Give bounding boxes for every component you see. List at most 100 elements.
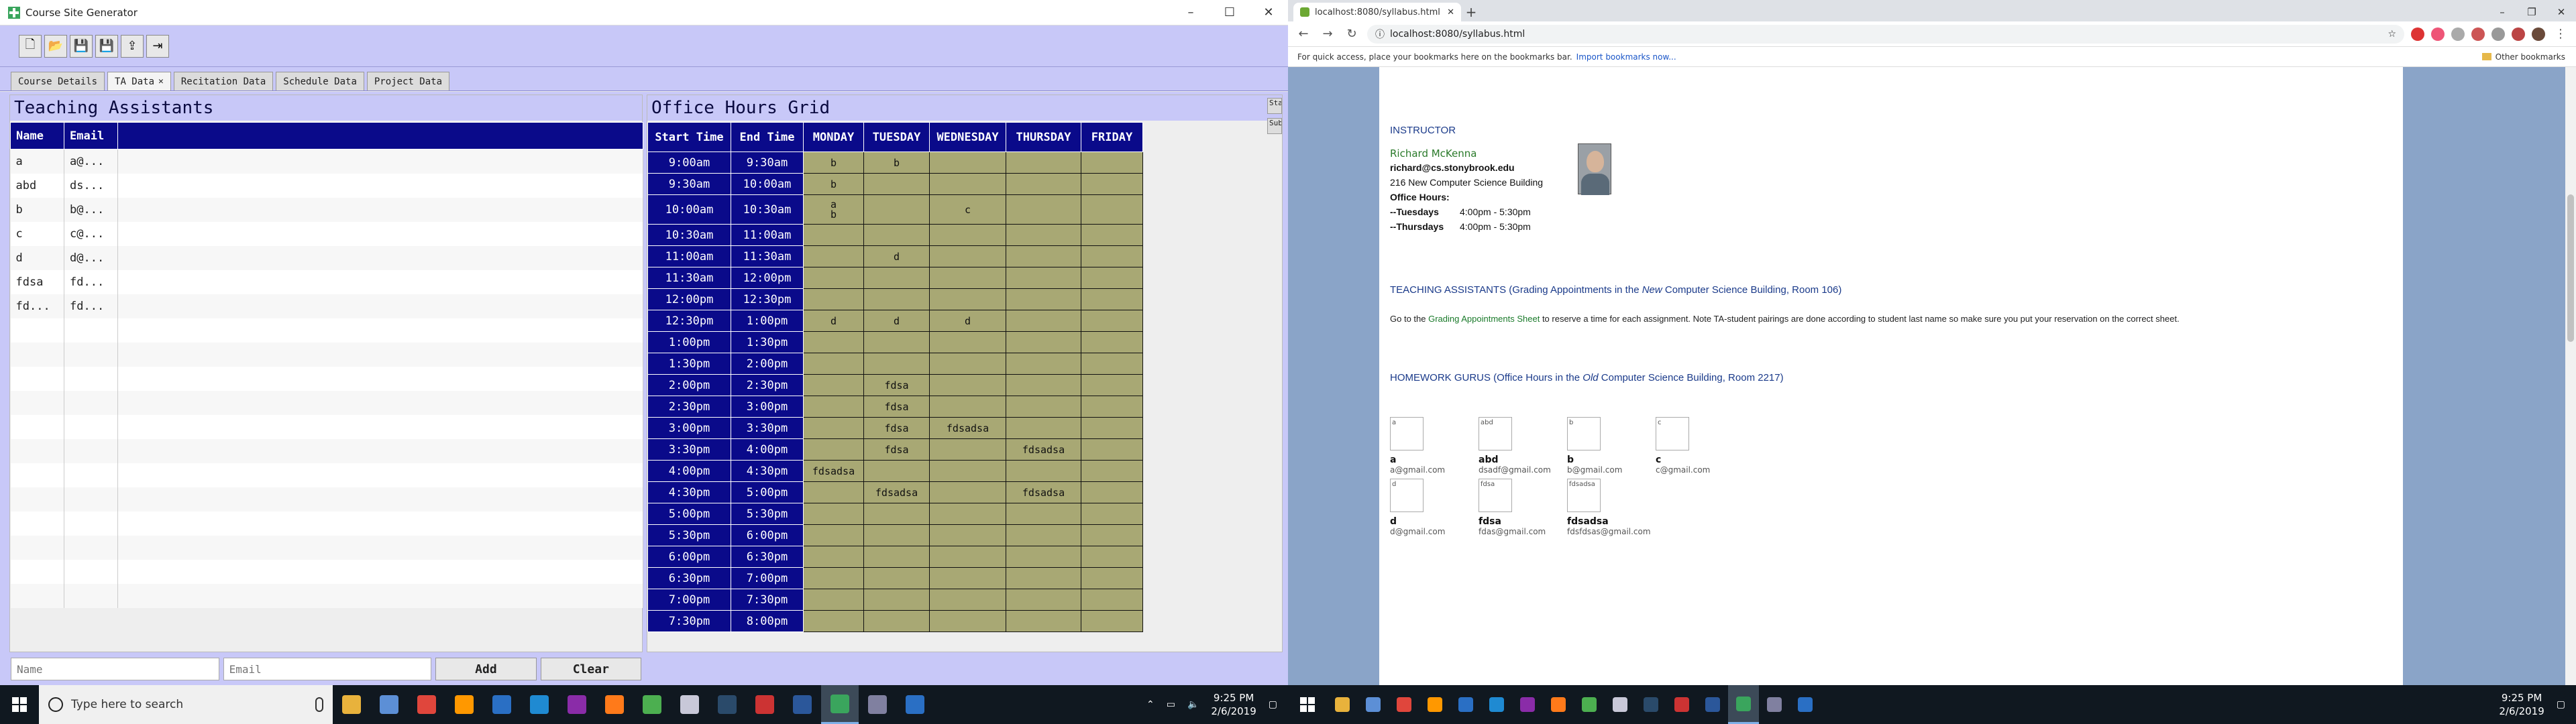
office-hour-cell[interactable]: fdsadsa — [1006, 481, 1081, 503]
minimize-button[interactable]: – — [1171, 0, 1210, 25]
bookmark-star-icon[interactable]: ☆ — [2387, 29, 2396, 40]
name-input[interactable] — [11, 658, 219, 680]
office-hour-cell[interactable] — [863, 567, 930, 589]
office-hour-cell[interactable] — [929, 460, 1006, 482]
office-hour-cell[interactable] — [1081, 374, 1143, 396]
office-hour-cell[interactable] — [1081, 245, 1143, 267]
save-as-icon[interactable]: 💾 — [95, 34, 118, 58]
office-hour-cell[interactable] — [863, 460, 930, 482]
office-hour-cell[interactable]: d — [863, 245, 930, 267]
office-hour-cell[interactable] — [1081, 331, 1143, 353]
table-row[interactable]: b b@... — [10, 197, 643, 222]
powershell-icon[interactable] — [1450, 685, 1481, 724]
office-hour-cell[interactable]: b — [863, 152, 930, 174]
office-hour-cell[interactable] — [863, 288, 930, 310]
office-hour-cell[interactable] — [1006, 503, 1081, 525]
import-bookmarks-link[interactable]: Import bookmarks now... — [1576, 52, 1676, 62]
terminal-icon[interactable] — [1635, 685, 1666, 724]
url-field[interactable]: ⓘ localhost:8080/syllabus.html ☆ — [1367, 24, 2404, 44]
office-hour-cell[interactable] — [1006, 524, 1081, 546]
office-hour-cell[interactable] — [1006, 152, 1081, 174]
office-hour-cell[interactable] — [1081, 546, 1143, 568]
office-hour-cell[interactable] — [929, 396, 1006, 418]
extension-icon[interactable] — [2411, 27, 2424, 41]
office-hour-cell[interactable] — [1006, 374, 1081, 396]
table-row[interactable]: c c@... — [10, 221, 643, 246]
office-hour-cell[interactable] — [1081, 524, 1143, 546]
scrollbar-thumb[interactable] — [2567, 194, 2574, 342]
menu-icon[interactable]: ⋮ — [2552, 25, 2569, 43]
grading-sheet-link[interactable]: Grading Appointments Sheet — [1428, 314, 1540, 324]
office-hour-cell[interactable] — [1006, 267, 1081, 289]
office-hour-cell[interactable]: b — [803, 152, 864, 174]
close-tab-icon[interactable]: ✕ — [158, 76, 164, 86]
extension-icon[interactable] — [2431, 27, 2445, 41]
office-hour-cell[interactable]: fdsadsa — [929, 417, 1006, 439]
office-hour-cell[interactable] — [863, 546, 930, 568]
start-button[interactable] — [1288, 685, 1327, 724]
office-hour-cell[interactable] — [1006, 173, 1081, 195]
add-button[interactable]: Add — [435, 658, 537, 680]
office-hour-cell[interactable] — [1081, 610, 1143, 632]
office-hour-cell[interactable]: fdsadsa — [1006, 438, 1081, 461]
close-button[interactable]: ✕ — [2546, 3, 2576, 21]
office-hour-cell[interactable] — [1081, 288, 1143, 310]
office-hour-cell[interactable] — [1006, 417, 1081, 439]
settings-icon[interactable] — [1790, 685, 1821, 724]
extension-icon[interactable] — [2491, 27, 2505, 41]
browser-tab[interactable]: localhost:8080/syllabus.html ✕ — [1293, 3, 1461, 21]
clock[interactable]: 9:25 PM 2/6/2019 — [1211, 691, 1256, 718]
office-hour-cell[interactable] — [803, 503, 864, 525]
box-icon[interactable] — [370, 685, 408, 724]
office-hour-cell[interactable] — [1006, 610, 1081, 632]
office-hour-cell[interactable] — [863, 267, 930, 289]
office-hour-cell[interactable]: d — [863, 310, 930, 332]
office-hour-cell[interactable] — [803, 224, 864, 246]
maximize-button[interactable]: ☐ — [1210, 0, 1249, 25]
office-hour-cell[interactable] — [929, 353, 1006, 375]
taskbar-search[interactable]: Type here to search — [39, 685, 333, 724]
office-hour-cell[interactable] — [803, 331, 864, 353]
office-hour-cell[interactable] — [1081, 438, 1143, 461]
eclipse-icon[interactable] — [1759, 685, 1790, 724]
office-hour-cell[interactable] — [803, 589, 864, 611]
office-hour-cell[interactable]: c — [929, 194, 1006, 225]
close-button[interactable]: ✕ — [1249, 0, 1288, 25]
office-hour-cell[interactable] — [1006, 194, 1081, 225]
office-hour-cell[interactable] — [803, 481, 864, 503]
office-hour-cell[interactable] — [803, 374, 864, 396]
office-hour-cell[interactable] — [1081, 173, 1143, 195]
office-hour-cell[interactable] — [929, 524, 1006, 546]
column-header-email[interactable]: Email — [64, 122, 118, 149]
office-hour-cell[interactable] — [1081, 481, 1143, 503]
tab-ta-data[interactable]: TA Data ✕ — [107, 72, 171, 90]
office-hour-cell[interactable] — [1081, 353, 1143, 375]
office-hour-cell[interactable]: b — [803, 173, 864, 195]
extension-icon[interactable] — [2451, 27, 2465, 41]
paint-icon[interactable] — [746, 685, 784, 724]
office-hour-cell[interactable] — [863, 524, 930, 546]
table-row[interactable]: d d@... — [10, 245, 643, 270]
office-hour-cell[interactable] — [803, 288, 864, 310]
clock[interactable]: 9:25 PM 2/6/2019 — [2499, 691, 2544, 718]
powershell-icon[interactable] — [483, 685, 521, 724]
office-hour-cell[interactable] — [863, 331, 930, 353]
office-hour-cell[interactable] — [803, 438, 864, 461]
office-hour-cell[interactable] — [1081, 152, 1143, 174]
profile-avatar[interactable] — [2532, 27, 2545, 41]
office-hour-cell[interactable] — [1006, 589, 1081, 611]
office-hour-cell[interactable] — [1081, 194, 1143, 225]
back-icon[interactable]: ← — [1295, 25, 1312, 43]
forward-icon[interactable]: → — [1319, 25, 1336, 43]
office-hour-cell[interactable] — [929, 288, 1006, 310]
office-hour-cell[interactable] — [1081, 224, 1143, 246]
guru-email[interactable]: c@gmail.com — [1656, 465, 1736, 475]
git-icon[interactable] — [1574, 685, 1605, 724]
office-hour-cell[interactable]: a b — [803, 194, 864, 225]
office-hour-cell[interactable] — [929, 481, 1006, 503]
table-row[interactable]: a a@... — [10, 149, 643, 174]
office-hour-cell[interactable] — [1006, 460, 1081, 482]
vscode-icon[interactable] — [521, 685, 558, 724]
word-icon[interactable] — [1697, 685, 1728, 724]
office-hour-cell[interactable] — [803, 353, 864, 375]
